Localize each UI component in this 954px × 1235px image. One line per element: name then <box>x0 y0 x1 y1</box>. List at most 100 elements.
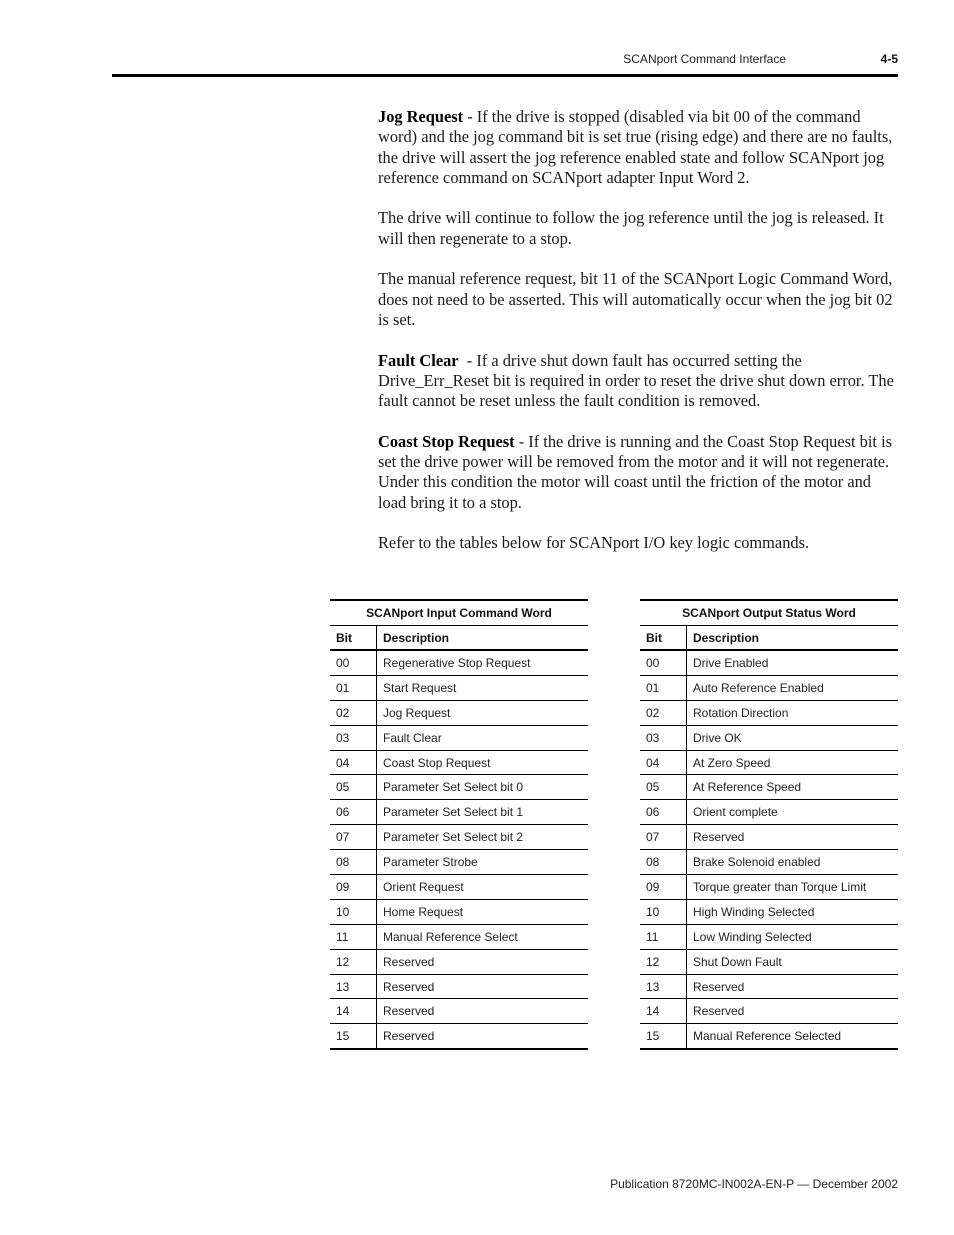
bit-description: High Winding Selected <box>686 899 898 925</box>
bit-description: Brake Solenoid enabled <box>686 849 898 876</box>
table-row: 04 At Zero Speed <box>640 750 898 776</box>
bit-number: 03 <box>640 725 687 751</box>
bit-number: 10 <box>330 899 377 925</box>
bit-number: 01 <box>330 675 377 701</box>
bit-number: 05 <box>330 774 377 801</box>
bit-description: Drive OK <box>686 725 898 751</box>
table-row: 08 Parameter Strobe <box>330 849 588 876</box>
paragraph-coast-stop: Coast Stop Request - If the drive is run… <box>378 432 898 513</box>
page-number: 4-5 <box>880 52 898 66</box>
bit-description: Coast Stop Request <box>376 750 588 776</box>
bit-number: 14 <box>640 998 687 1025</box>
bit-description: Reserved <box>376 974 588 1000</box>
table-title: SCANport Output Status Word <box>640 599 898 626</box>
table-row: 12 Shut Down Fault <box>640 949 898 975</box>
table-row: 15 Manual Reference Selected <box>640 1023 898 1051</box>
bit-description: Parameter Strobe <box>376 849 588 876</box>
table-row: 07 Reserved <box>640 824 898 851</box>
paragraph-fault-clear: Fault Clear - If a drive shut down fault… <box>378 351 898 412</box>
column-header-description: Description <box>376 625 588 651</box>
bit-number: 09 <box>330 874 377 900</box>
table-row: 10 Home Request <box>330 899 588 925</box>
table-row: 06 Parameter Set Select bit 1 <box>330 799 588 826</box>
bit-number: 13 <box>640 974 687 1000</box>
term-fault-clear: Fault Clear <box>378 350 459 370</box>
table-row: 07 Parameter Set Select bit 2 <box>330 824 588 851</box>
bit-description: Parameter Set Select bit 0 <box>376 774 588 801</box>
table-row: 11 Manual Reference Select <box>330 924 588 950</box>
table-row: 01 Auto Reference Enabled <box>640 675 898 701</box>
table-row: 14 Reserved <box>330 998 588 1025</box>
bit-number: 11 <box>330 924 377 950</box>
input-command-word-table: SCANport Input Command Word Bit Descript… <box>330 599 588 1051</box>
table-row: 14 Reserved <box>640 998 898 1025</box>
paragraph-jog-request: Jog Request - If the drive is stopped (d… <box>378 107 898 188</box>
paragraph-refer-tables: Refer to the tables below for SCANport I… <box>378 533 898 553</box>
bit-description: Regenerative Stop Request <box>376 650 588 676</box>
table-row: 02 Jog Request <box>330 700 588 726</box>
bit-number: 02 <box>640 700 687 726</box>
table-row: 05 Parameter Set Select bit 0 <box>330 774 588 801</box>
table-row: 02 Rotation Direction <box>640 700 898 726</box>
term-coast-stop-request: Coast Stop Request <box>378 431 515 451</box>
bit-description: Orient complete <box>686 799 898 826</box>
bit-description: At Reference Speed <box>686 774 898 801</box>
bit-description: Reserved <box>686 824 898 851</box>
table-row: 05 At Reference Speed <box>640 774 898 801</box>
bit-number: 10 <box>640 899 687 925</box>
bit-description: Rotation Direction <box>686 700 898 726</box>
bit-description: Jog Request <box>376 700 588 726</box>
bit-number: 07 <box>330 824 377 851</box>
bit-number: 06 <box>640 799 687 826</box>
bit-number: 12 <box>640 949 687 975</box>
bit-description: Low Winding Selected <box>686 924 898 950</box>
term-jog-request: Jog Request <box>378 107 464 126</box>
paragraph-text: Refer to the tables below for SCANport I… <box>378 533 810 553</box>
bit-number: 00 <box>330 650 377 676</box>
table-row: 09 Torque greater than Torque Limit <box>640 874 898 900</box>
bit-number: 11 <box>640 924 687 950</box>
bit-description: Drive Enabled <box>686 650 898 676</box>
bit-number: 04 <box>330 750 377 776</box>
bit-number: 08 <box>640 849 687 876</box>
column-header-bit: Bit <box>330 625 377 651</box>
table-row: 06 Orient complete <box>640 799 898 826</box>
paragraph-manual-reference: The manual reference request, bit 11 of … <box>378 269 898 330</box>
header-rule <box>112 74 898 77</box>
body-text: Jog Request - If the drive is stopped (d… <box>378 107 898 574</box>
table-row: 00 Regenerative Stop Request <box>330 650 588 676</box>
bit-number: 02 <box>330 700 377 726</box>
bit-number: 08 <box>330 849 377 876</box>
bit-number: 01 <box>640 675 687 701</box>
bit-description: Parameter Set Select bit 1 <box>376 799 588 826</box>
paragraph-text: The manual reference request, bit 11 of … <box>378 269 893 329</box>
table-row: 09 Orient Request <box>330 874 588 900</box>
table-row: 03 Fault Clear <box>330 725 588 751</box>
bit-number: 09 <box>640 874 687 900</box>
bit-description: Manual Reference Selected <box>686 1023 898 1051</box>
paragraph-text: The drive will continue to follow the jo… <box>378 208 884 248</box>
bit-description: Parameter Set Select bit 2 <box>376 824 588 851</box>
table-row: 11 Low Winding Selected <box>640 924 898 950</box>
table-row: 01 Start Request <box>330 675 588 701</box>
bit-number: 00 <box>640 650 687 676</box>
bit-description: Reserved <box>686 998 898 1025</box>
output-status-word-table: SCANport Output Status Word Bit Descript… <box>640 599 898 1051</box>
bit-number: 07 <box>640 824 687 851</box>
bit-description: Manual Reference Select <box>376 924 588 950</box>
table-row: 13 Reserved <box>330 974 588 1000</box>
table-row: 00 Drive Enabled <box>640 650 898 676</box>
bit-number: 04 <box>640 750 687 776</box>
bit-description: Reserved <box>376 949 588 975</box>
publication-footer: Publication 8720MC-IN002A-EN-P — Decembe… <box>610 1177 898 1191</box>
table-row: 04 Coast Stop Request <box>330 750 588 776</box>
bit-description: At Zero Speed <box>686 750 898 776</box>
bit-description: Start Request <box>376 675 588 701</box>
table-row: 12 Reserved <box>330 949 588 975</box>
bit-description: Orient Request <box>376 874 588 900</box>
table-row: 13 Reserved <box>640 974 898 1000</box>
column-header-description: Description <box>686 625 898 651</box>
bit-description: Reserved <box>376 998 588 1025</box>
bit-number: 12 <box>330 949 377 975</box>
bit-description: Torque greater than Torque Limit <box>686 874 898 900</box>
